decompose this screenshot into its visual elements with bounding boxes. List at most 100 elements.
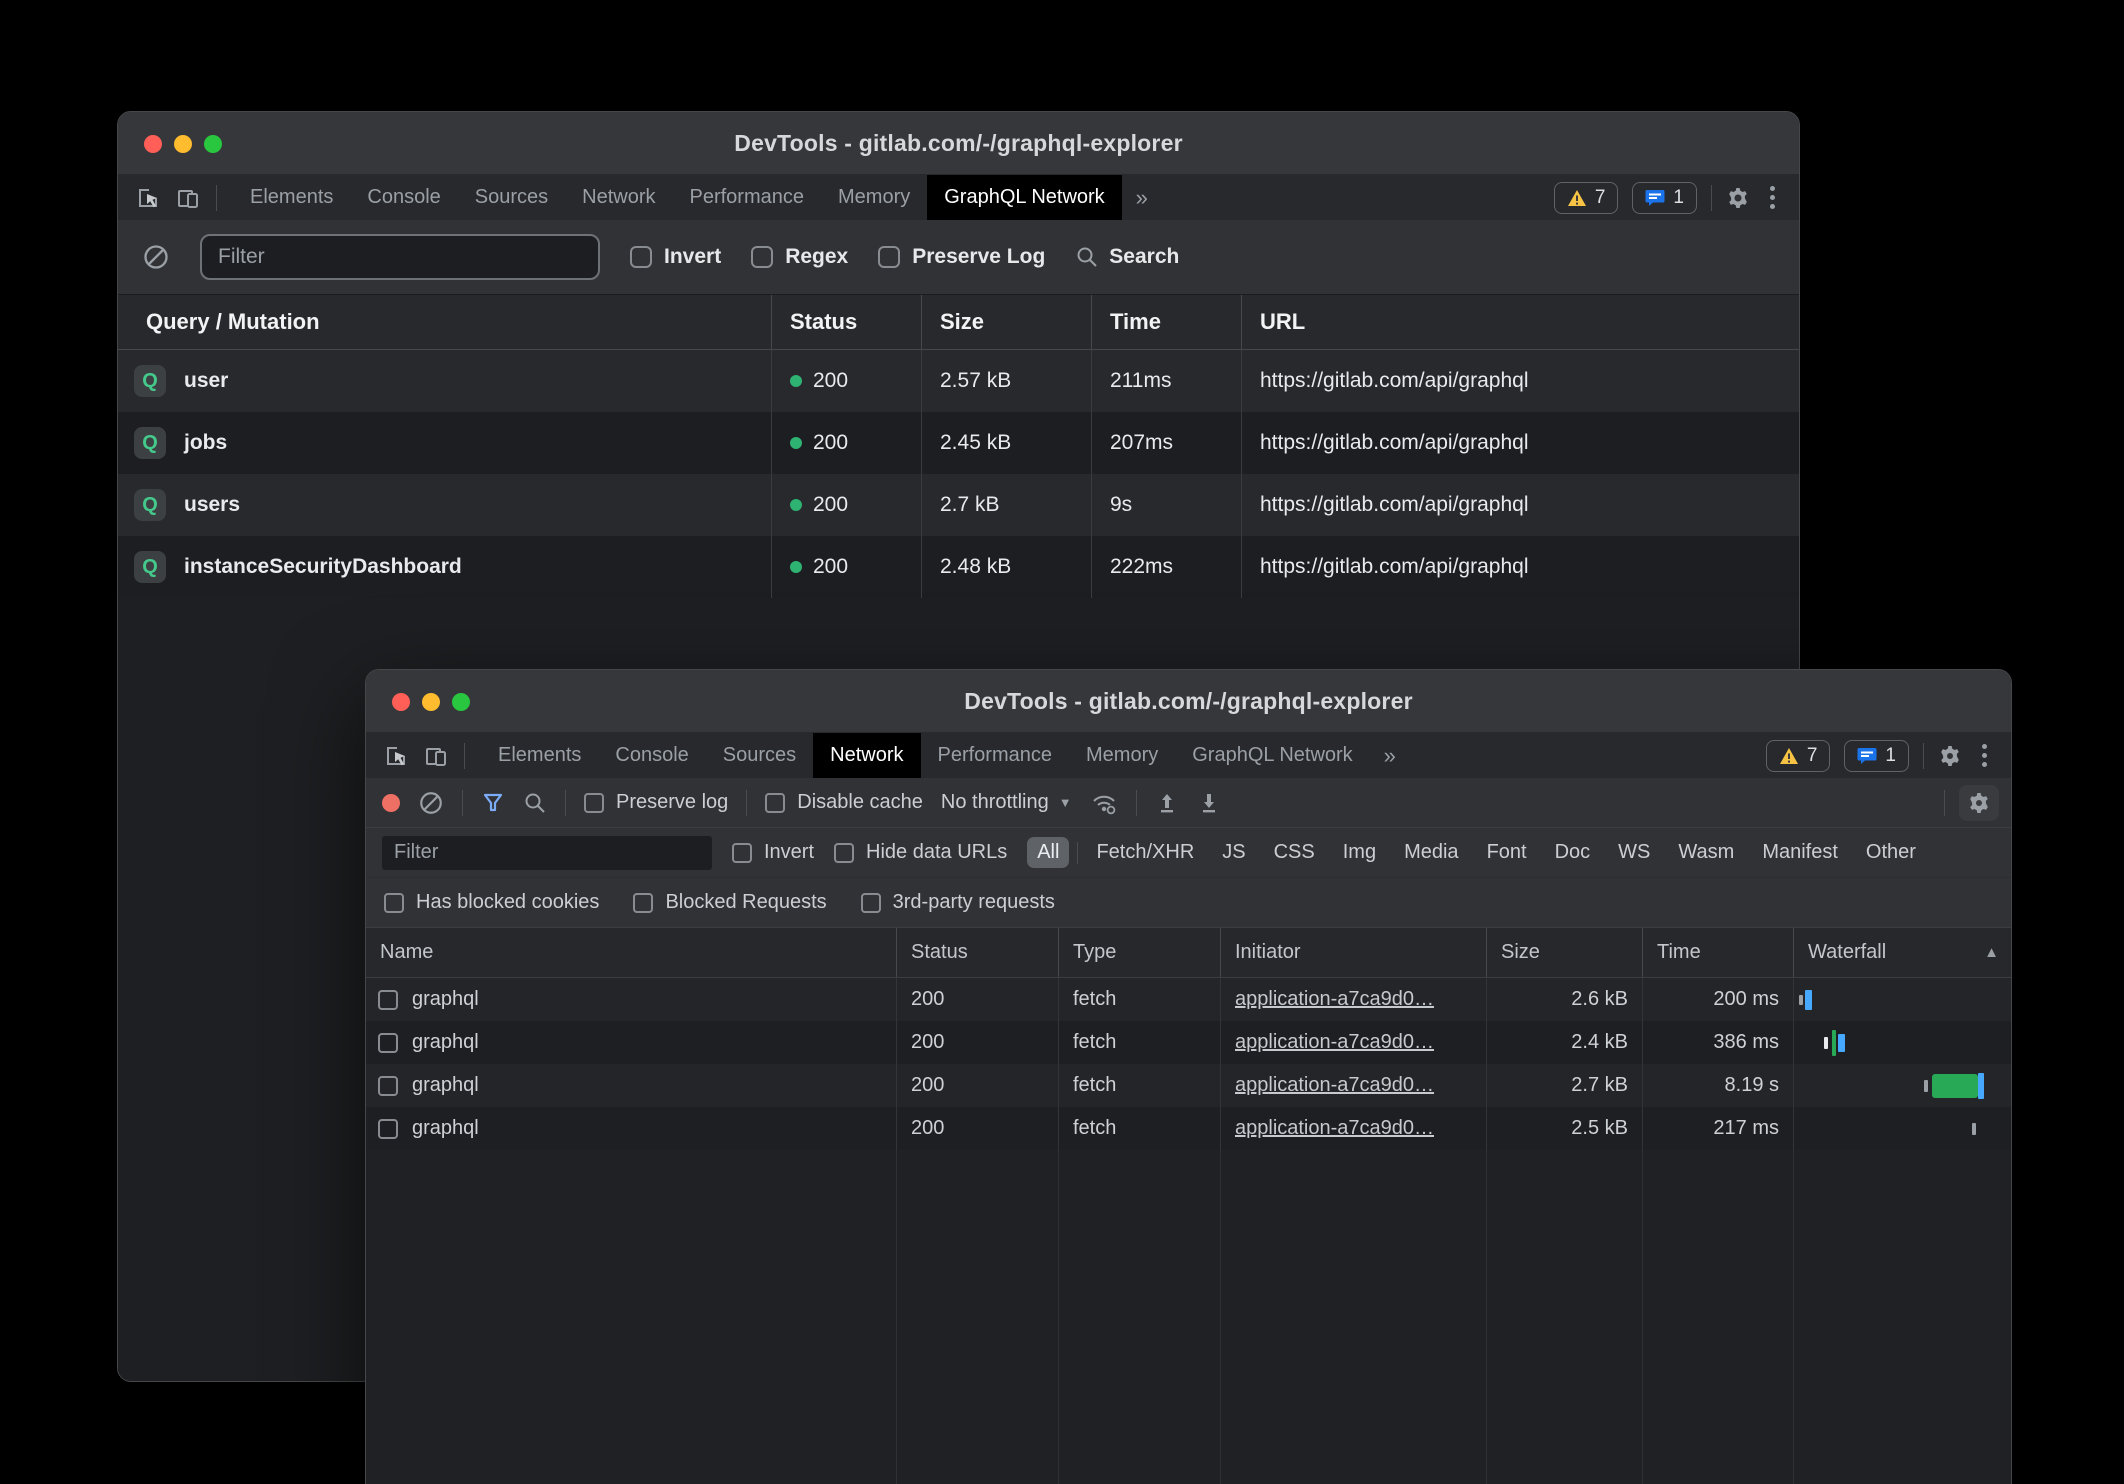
zoom-button[interactable]	[204, 135, 222, 153]
column-header-size[interactable]: Size	[1486, 928, 1642, 977]
table-row[interactable]: Q users 200 2.7 kB 9s https://gitlab.com…	[118, 474, 1799, 536]
search-icon[interactable]	[523, 791, 547, 815]
more-tabs-button[interactable]: »	[1122, 175, 1162, 220]
inspect-element-icon[interactable]	[136, 186, 160, 210]
request-row[interactable]: graphql 200 fetch application-a7ca9d0… 2…	[366, 1107, 2011, 1150]
third-party-requests-checkbox[interactable]: 3rd-party requests	[861, 891, 1055, 914]
column-header-waterfall[interactable]: Waterfall ▲	[1793, 928, 2011, 977]
filter-chip-all[interactable]: All	[1027, 837, 1069, 868]
network-conditions-icon[interactable]	[1090, 790, 1118, 816]
tab-sources[interactable]: Sources	[458, 175, 565, 220]
clear-icon[interactable]	[418, 790, 444, 816]
tab-elements[interactable]: Elements	[233, 175, 350, 220]
regex-checkbox[interactable]: Regex	[751, 245, 848, 269]
tab-performance[interactable]: Performance	[673, 175, 822, 220]
warnings-badge[interactable]: 7	[1554, 182, 1619, 214]
initiator-link[interactable]: application-a7ca9d0…	[1235, 1117, 1434, 1140]
waterfall-bar[interactable]	[1793, 1107, 2011, 1150]
settings-gear-icon[interactable]	[1938, 744, 1962, 768]
zoom-button[interactable]	[452, 693, 470, 711]
row-checkbox[interactable]	[378, 1076, 398, 1096]
tab-network[interactable]: Network	[813, 733, 920, 778]
request-row[interactable]: graphql 200 fetch application-a7ca9d0… 2…	[366, 978, 2011, 1021]
issues-badge[interactable]: 1	[1632, 182, 1697, 214]
initiator-link[interactable]: application-a7ca9d0…	[1235, 988, 1434, 1011]
request-row[interactable]: graphql 200 fetch application-a7ca9d0… 2…	[366, 1021, 2011, 1064]
filter-chip-css[interactable]: CSS	[1264, 837, 1325, 868]
table-row[interactable]: Q jobs 200 2.45 kB 207ms https://gitlab.…	[118, 412, 1799, 474]
throttling-dropdown[interactable]: No throttling ▼	[941, 791, 1072, 814]
warnings-badge[interactable]: 7	[1766, 740, 1831, 772]
filter-chip-ws[interactable]: WS	[1608, 837, 1660, 868]
checkbox-box[interactable]	[861, 893, 881, 913]
column-header-status[interactable]: Status	[771, 295, 921, 349]
disable-cache-checkbox[interactable]: Disable cache	[765, 791, 923, 814]
titlebar[interactable]: DevTools - gitlab.com/-/graphql-explorer	[366, 670, 2011, 733]
tab-graphql-network[interactable]: GraphQL Network	[927, 175, 1121, 220]
table-row[interactable]: Q instanceSecurityDashboard 200 2.48 kB …	[118, 536, 1799, 598]
more-tabs-button[interactable]: »	[1370, 733, 1410, 778]
tab-sources[interactable]: Sources	[706, 733, 813, 778]
more-options-icon[interactable]	[1976, 744, 1993, 767]
column-header-query-mutation[interactable]: Query / Mutation	[118, 295, 771, 349]
tab-graphql-network[interactable]: GraphQL Network	[1175, 733, 1369, 778]
close-button[interactable]	[144, 135, 162, 153]
filter-funnel-icon[interactable]	[481, 791, 505, 815]
titlebar[interactable]: DevTools - gitlab.com/-/graphql-explorer	[118, 112, 1799, 175]
filter-chip-font[interactable]: Font	[1477, 837, 1537, 868]
tab-console[interactable]: Console	[350, 175, 457, 220]
issues-badge[interactable]: 1	[1844, 740, 1909, 772]
checkbox-box[interactable]	[765, 793, 785, 813]
column-header-name[interactable]: Name	[366, 928, 896, 977]
device-toolbar-icon[interactable]	[176, 186, 200, 210]
export-har-icon[interactable]	[1197, 790, 1221, 816]
invert-checkbox[interactable]: Invert	[630, 245, 721, 269]
row-checkbox[interactable]	[378, 1033, 398, 1053]
column-header-time[interactable]: Time	[1091, 295, 1241, 349]
filter-chip-manifest[interactable]: Manifest	[1752, 837, 1848, 868]
waterfall-bar[interactable]	[1793, 1021, 2011, 1064]
record-button[interactable]	[382, 794, 400, 812]
filter-chip-wasm[interactable]: Wasm	[1668, 837, 1744, 868]
checkbox-box[interactable]	[384, 893, 404, 913]
tab-memory[interactable]: Memory	[1069, 733, 1175, 778]
tab-network[interactable]: Network	[565, 175, 672, 220]
filter-chip-other[interactable]: Other	[1856, 837, 1926, 868]
column-header-url[interactable]: URL	[1241, 295, 1799, 349]
waterfall-bar[interactable]	[1793, 1064, 2011, 1107]
initiator-link[interactable]: application-a7ca9d0…	[1235, 1074, 1434, 1097]
filter-input[interactable]	[382, 836, 712, 870]
checkbox-box[interactable]	[751, 246, 773, 268]
hide-data-urls-checkbox[interactable]: Hide data URLs	[834, 841, 1007, 864]
checkbox-box[interactable]	[834, 843, 854, 863]
device-toolbar-icon[interactable]	[424, 744, 448, 768]
tab-memory[interactable]: Memory	[821, 175, 927, 220]
minimize-button[interactable]	[174, 135, 192, 153]
filter-chip-doc[interactable]: Doc	[1545, 837, 1601, 868]
more-options-icon[interactable]	[1764, 186, 1781, 209]
checkbox-box[interactable]	[878, 246, 900, 268]
checkbox-box[interactable]	[630, 246, 652, 268]
table-row[interactable]: Q user 200 2.57 kB 211ms https://gitlab.…	[118, 350, 1799, 412]
filter-input[interactable]	[200, 234, 600, 280]
filter-chip-media[interactable]: Media	[1394, 837, 1468, 868]
settings-gear-icon[interactable]	[1726, 186, 1750, 210]
row-checkbox[interactable]	[378, 1119, 398, 1139]
minimize-button[interactable]	[422, 693, 440, 711]
checkbox-box[interactable]	[584, 793, 604, 813]
clear-icon[interactable]	[142, 243, 170, 271]
preserve-log-checkbox[interactable]: Preserve log	[584, 791, 728, 814]
has-blocked-cookies-checkbox[interactable]: Has blocked cookies	[384, 891, 599, 914]
column-header-type[interactable]: Type	[1058, 928, 1220, 977]
filter-chip-img[interactable]: Img	[1333, 837, 1386, 868]
request-row[interactable]: graphql 200 fetch application-a7ca9d0… 2…	[366, 1064, 2011, 1107]
column-header-size[interactable]: Size	[921, 295, 1091, 349]
column-header-initiator[interactable]: Initiator	[1220, 928, 1486, 977]
column-header-status[interactable]: Status	[896, 928, 1058, 977]
tab-performance[interactable]: Performance	[921, 733, 1070, 778]
initiator-link[interactable]: application-a7ca9d0…	[1235, 1031, 1434, 1054]
preserve-log-checkbox[interactable]: Preserve Log	[878, 245, 1045, 269]
network-settings-gear-icon[interactable]	[1959, 785, 1999, 821]
checkbox-box[interactable]	[633, 893, 653, 913]
blocked-requests-checkbox[interactable]: Blocked Requests	[633, 891, 826, 914]
